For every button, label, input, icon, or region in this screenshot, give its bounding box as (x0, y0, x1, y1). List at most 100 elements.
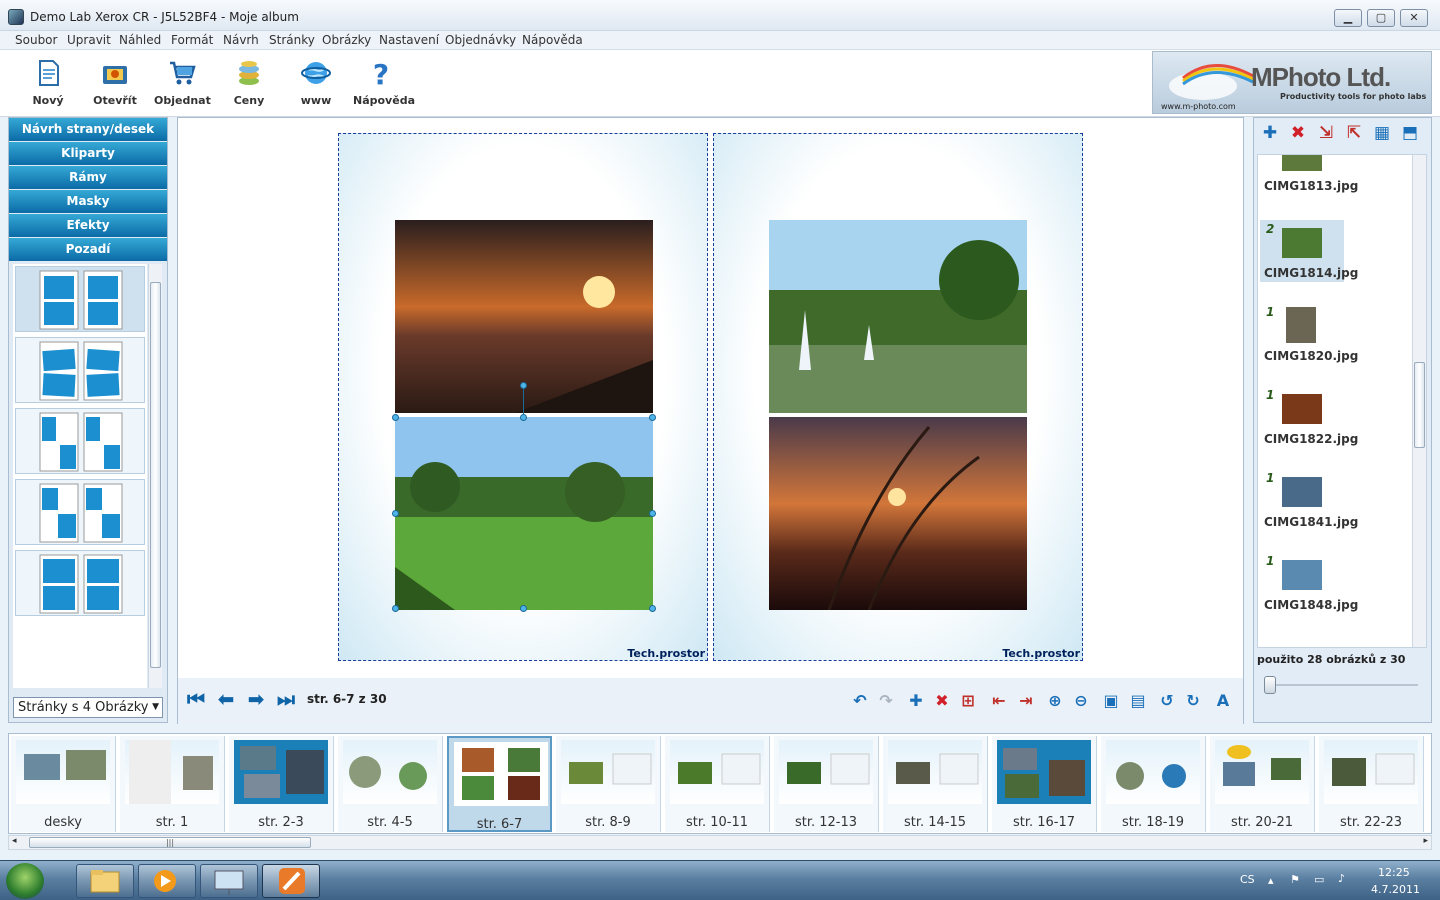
presentation-taskbar-button[interactable] (200, 864, 258, 898)
fit-spread-icon[interactable]: ▤ (1127, 690, 1149, 712)
delete-page-icon[interactable]: ✖ (931, 690, 953, 712)
masks-button[interactable]: Masky (9, 190, 167, 213)
layout-select[interactable]: Stránky s 4 Obrázky ▼ (13, 697, 163, 718)
network-icon[interactable]: ▭ (1314, 873, 1324, 886)
close-button[interactable]: ✕ (1400, 9, 1428, 27)
import-icon[interactable]: ⇲ (1315, 122, 1337, 144)
open-button[interactable]: Otevřít (87, 56, 143, 114)
image-item[interactable]: 1 CIMG1822.jpg (1260, 386, 1358, 448)
layout-scrollbar[interactable] (148, 264, 162, 688)
prices-button[interactable]: Ceny (221, 56, 277, 114)
slider-handle[interactable] (1264, 676, 1276, 694)
insert-page-icon[interactable]: ⊞ (957, 690, 979, 712)
scrollbar-thumb[interactable] (1414, 362, 1425, 448)
help-button[interactable]: ? Nápověda (353, 56, 415, 114)
park-photo[interactable] (395, 417, 653, 610)
undo-icon[interactable]: ↶ (849, 690, 871, 712)
image-item[interactable]: CIMG1813.jpg (1260, 155, 1358, 195)
scanner-icon[interactable]: ⬒ (1399, 122, 1421, 144)
image-item[interactable]: 1 CIMG1841.jpg (1260, 469, 1358, 531)
volume-icon[interactable]: ♪ (1338, 872, 1345, 885)
first-page-icon[interactable]: ⏮ (185, 688, 207, 710)
scrollbar-thumb[interactable]: ||| (29, 837, 311, 848)
image-item[interactable]: 1 CIMG1848.jpg (1260, 552, 1358, 614)
spread-thumbnail[interactable]: str. 8-9 (556, 736, 661, 832)
export-icon[interactable]: ⇱ (1343, 122, 1365, 144)
image-item[interactable]: 1 CIMG1820.jpg (1260, 303, 1358, 365)
spread-thumbnail[interactable]: str. 4-5 (338, 736, 443, 832)
next-page-icon[interactable]: ➡ (245, 688, 267, 710)
fit-page-icon[interactable]: ▣ (1100, 690, 1122, 712)
remove-image-icon[interactable]: ✖ (1287, 122, 1309, 144)
zoom-out-icon[interactable]: ⊖ (1070, 690, 1092, 712)
order-button[interactable]: Objednat (154, 56, 211, 114)
grass-sunset-photo[interactable] (769, 417, 1027, 610)
resize-handle[interactable] (392, 605, 399, 612)
layout-thumbnail[interactable] (15, 266, 145, 332)
redo-icon[interactable]: ↷ (875, 690, 897, 712)
camera-icon[interactable]: ▦ (1371, 122, 1393, 144)
rotate-right-icon[interactable]: ↻ (1182, 690, 1204, 712)
start-button[interactable] (6, 863, 44, 899)
menu-upravit[interactable]: Upravit (67, 33, 111, 47)
prev-page-icon[interactable]: ⬅ (215, 688, 237, 710)
clock-time[interactable]: 12:25 (1378, 866, 1410, 879)
clock-date[interactable]: 4.7.2011 (1371, 883, 1420, 896)
resize-handle[interactable] (392, 510, 399, 517)
add-page-icon[interactable]: ✚ (905, 690, 927, 712)
effects-button[interactable]: Efekty (9, 214, 167, 237)
zoom-in-icon[interactable]: ⊕ (1044, 690, 1066, 712)
menu-nahled[interactable]: Náhled (119, 33, 161, 47)
layout-thumbnail[interactable] (15, 550, 145, 616)
spread-thumbnail[interactable]: str. 12-13 (774, 736, 879, 832)
image-item-selected[interactable]: 2 CIMG1814.jpg (1260, 220, 1358, 282)
resize-handle[interactable] (392, 414, 399, 421)
add-text-icon[interactable]: A (1212, 690, 1234, 712)
design-page-button[interactable]: Návrh strany/desek (9, 118, 167, 141)
menu-soubor[interactable]: Soubor (15, 33, 57, 47)
resize-handle[interactable] (520, 414, 527, 421)
image-list-scrollbar[interactable] (1412, 155, 1426, 647)
menu-nastaveni[interactable]: Nastavení (379, 33, 439, 47)
spread-thumbnail[interactable]: str. 2-3 (229, 736, 334, 832)
scrollbar-thumb[interactable] (150, 282, 161, 668)
menu-format[interactable]: Formát (171, 33, 213, 47)
spread-thumbnail-selected[interactable]: str. 6-7 (447, 736, 552, 832)
fountain-photo[interactable] (769, 220, 1027, 413)
menu-navrh[interactable]: Návrh (223, 33, 259, 47)
move-right-icon[interactable]: ⇥ (1015, 690, 1037, 712)
rotate-left-icon[interactable]: ↺ (1156, 690, 1178, 712)
spread-thumbnail[interactable]: str. 16-17 (992, 736, 1097, 832)
scroll-right-icon[interactable]: ▸ (1423, 836, 1428, 846)
resize-handle[interactable] (649, 414, 656, 421)
app-taskbar-button[interactable] (262, 864, 320, 898)
menu-napoveda[interactable]: Nápověda (522, 33, 583, 47)
spread-thumbnail[interactable]: str. 1 (120, 736, 225, 832)
layout-thumbnail[interactable] (15, 479, 145, 545)
scroll-left-icon[interactable]: ◂ (12, 836, 17, 846)
left-page[interactable]: Tech.prostor (338, 133, 708, 661)
move-left-icon[interactable]: ⇤ (988, 690, 1010, 712)
maximize-button[interactable]: ▢ (1367, 9, 1395, 27)
resize-handle[interactable] (649, 510, 656, 517)
spread-thumbnail[interactable]: str. 22-23 (1319, 736, 1424, 832)
menu-obrazky[interactable]: Obrázky (322, 33, 371, 47)
flag-icon[interactable]: ⚑ (1290, 873, 1300, 886)
spread-thumbnail[interactable]: str. 20-21 (1210, 736, 1315, 832)
explorer-taskbar-button[interactable] (76, 864, 134, 898)
cliparts-button[interactable]: Kliparty (9, 142, 167, 165)
menu-stranky[interactable]: Stránky (269, 33, 315, 47)
layout-thumbnail[interactable] (15, 408, 145, 474)
filmstrip-scrollbar[interactable]: ◂ ||| ▸ (8, 835, 1432, 850)
minimize-button[interactable]: ▁ (1334, 9, 1362, 27)
resize-handle[interactable] (520, 605, 527, 612)
background-button[interactable]: Pozadí (9, 238, 167, 261)
add-image-icon[interactable]: ✚ (1259, 122, 1281, 144)
layout-thumbnail[interactable] (15, 337, 145, 403)
frames-button[interactable]: Rámy (9, 166, 167, 189)
new-button[interactable]: Nový (20, 56, 76, 114)
last-page-icon[interactable]: ⏭ (275, 688, 297, 710)
spread-thumbnail[interactable]: str. 14-15 (883, 736, 988, 832)
menu-objednavky[interactable]: Objednávky (445, 33, 516, 47)
right-page[interactable]: Tech.prostor (713, 133, 1083, 661)
